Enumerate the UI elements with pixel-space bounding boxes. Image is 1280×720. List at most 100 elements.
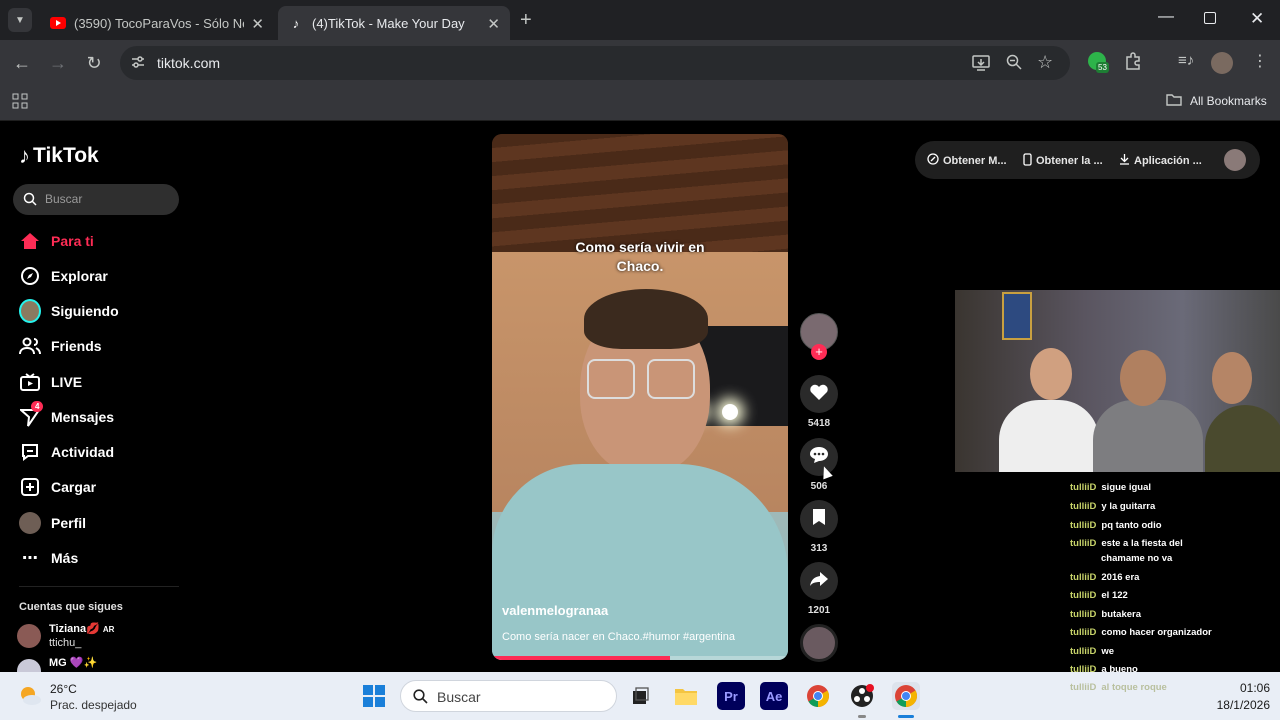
music-disc-avatar[interactable] bbox=[800, 624, 838, 662]
menu-kebab-icon[interactable]: ⋮ bbox=[1252, 51, 1268, 71]
chat-text: 2016 era bbox=[1101, 572, 1140, 583]
chat-message: tulliiD como hacer organizador bbox=[1070, 627, 1212, 638]
webcam-poster bbox=[1002, 292, 1032, 340]
obs-icon[interactable] bbox=[848, 682, 876, 710]
tab-search-button[interactable]: ▼ bbox=[8, 8, 32, 32]
tiktok-logo[interactable]: ♪ TikTok bbox=[19, 143, 99, 169]
apps-grid-icon[interactable] bbox=[12, 93, 28, 114]
nav-label: Actividad bbox=[51, 444, 115, 460]
chat-user: tulliiD bbox=[1070, 646, 1097, 657]
nav-mas[interactable]: ⋯ Más bbox=[19, 546, 78, 570]
nav-live[interactable]: LIVE bbox=[19, 370, 82, 394]
following-account[interactable]: MG 💜✨ bbox=[17, 656, 187, 672]
save-count: 313 bbox=[810, 543, 828, 554]
install-app-icon[interactable] bbox=[972, 54, 990, 77]
chrome-icon[interactable] bbox=[804, 682, 832, 710]
follow-plus-button[interactable]: + bbox=[811, 344, 827, 360]
nav-cargar[interactable]: Cargar bbox=[19, 475, 96, 499]
media-control-icon[interactable]: ≡♪ bbox=[1178, 52, 1194, 69]
sun-cloud-icon bbox=[18, 684, 42, 708]
address-bar[interactable]: tiktok.com ☆ bbox=[120, 46, 1070, 80]
tab-tiktok[interactable]: ♪ (4)TikTok - Make Your Day ✕ bbox=[278, 6, 510, 40]
nav-actividad[interactable]: Actividad bbox=[19, 440, 114, 464]
all-bookmarks-button[interactable]: All Bookmarks bbox=[1166, 93, 1267, 109]
chat-text: we bbox=[1101, 646, 1115, 657]
start-button[interactable] bbox=[360, 682, 388, 710]
tab-title: (4)TikTok - Make Your Day bbox=[312, 15, 465, 31]
video-player[interactable]: Como sería vivir en Chaco. valenmelogran… bbox=[492, 134, 788, 660]
after-effects-icon[interactable]: Ae bbox=[760, 682, 788, 710]
site-info-icon[interactable] bbox=[130, 54, 146, 70]
nav-explorar[interactable]: Explorar bbox=[19, 264, 108, 288]
browser-tab-bar: ▼ (3590) TocoParaVos - Sólo Nece ✕ ♪ (4)… bbox=[0, 0, 1280, 40]
nav-friends[interactable]: Friends bbox=[19, 334, 102, 358]
chat-user: tulliiD bbox=[1070, 627, 1097, 638]
nav-para-ti[interactable]: Para ti bbox=[19, 229, 94, 253]
forward-button[interactable]: → bbox=[47, 52, 69, 74]
video-progress-track[interactable] bbox=[492, 656, 788, 660]
caption-line: Como sería vivir en bbox=[575, 239, 705, 255]
following-account[interactable]: Tiziana💋 AR ttichu_ bbox=[17, 622, 187, 652]
account-handle: ttichu_ bbox=[49, 637, 82, 649]
chrome-active-icon[interactable] bbox=[892, 682, 920, 710]
extension-icon[interactable]: 53 bbox=[1088, 52, 1110, 74]
top-right-actions: Obtener M... Obtener la ... Aplicación .… bbox=[915, 141, 1260, 179]
clock[interactable]: 01:06 18/1/2026 bbox=[1190, 680, 1270, 714]
video-author[interactable]: valenmelogranaa bbox=[502, 603, 608, 618]
new-tab-button[interactable]: + bbox=[520, 9, 532, 32]
task-view-icon[interactable] bbox=[626, 682, 654, 710]
back-button[interactable]: ← bbox=[11, 52, 33, 74]
account-name: MG 💜✨ bbox=[49, 656, 97, 669]
chat-text: chamame no va bbox=[1101, 553, 1173, 564]
download-icon bbox=[1119, 153, 1130, 168]
chat-text: como hacer organizador bbox=[1101, 627, 1212, 638]
get-coins-button[interactable]: Obtener M... bbox=[927, 153, 1007, 168]
profile-avatar[interactable] bbox=[1211, 52, 1233, 74]
chat-text: al toque roque bbox=[1101, 682, 1167, 693]
zoom-icon[interactable] bbox=[1006, 54, 1022, 75]
share-button[interactable] bbox=[800, 562, 838, 600]
clock-date: 18/1/2026 bbox=[1216, 698, 1270, 712]
taskbar-search[interactable]: Buscar bbox=[400, 680, 617, 712]
search-input[interactable]: Buscar bbox=[13, 184, 179, 215]
reload-button[interactable]: ↻ bbox=[83, 52, 105, 74]
logo-text: TikTok bbox=[33, 144, 99, 167]
close-icon[interactable]: ✕ bbox=[487, 15, 500, 33]
following-section-title: Cuentas que sigues bbox=[19, 601, 123, 613]
chat-user: tulliiD bbox=[1070, 682, 1097, 693]
chat-text: este a la fiesta del bbox=[1101, 538, 1183, 549]
home-icon bbox=[19, 230, 41, 252]
account-name: Tiziana💋 AR bbox=[49, 622, 114, 635]
premiere-pro-icon[interactable]: Pr bbox=[717, 682, 745, 710]
close-icon[interactable]: ✕ bbox=[251, 15, 264, 33]
comment-button[interactable] bbox=[800, 438, 838, 476]
bookmark-star-icon[interactable]: ☆ bbox=[1037, 52, 1053, 73]
user-avatar[interactable] bbox=[1224, 149, 1246, 171]
share-arrow-icon bbox=[809, 571, 829, 592]
desktop-app-button[interactable]: Aplicación ... bbox=[1119, 153, 1202, 168]
following-avatar-icon bbox=[19, 299, 41, 323]
file-explorer-icon[interactable] bbox=[672, 682, 700, 710]
nav-perfil[interactable]: Perfil bbox=[19, 511, 86, 535]
close-window-button[interactable]: ✕ bbox=[1250, 9, 1264, 29]
webcam-person-head bbox=[1030, 348, 1072, 400]
like-button[interactable] bbox=[800, 375, 838, 413]
clock-time: 01:06 bbox=[1239, 681, 1270, 695]
restore-button[interactable] bbox=[1204, 12, 1216, 24]
extensions-puzzle-icon[interactable] bbox=[1124, 52, 1142, 75]
webcam-person bbox=[999, 400, 1099, 472]
nav-siguiendo[interactable]: Siguiendo bbox=[19, 299, 119, 323]
account-emoji: 💜✨ bbox=[69, 657, 98, 669]
minimize-button[interactable]: — bbox=[1158, 8, 1174, 26]
nav-label: Cargar bbox=[51, 479, 97, 495]
nav-label: Explorar bbox=[51, 268, 108, 284]
tab-youtube[interactable]: (3590) TocoParaVos - Sólo Nece ✕ bbox=[40, 6, 274, 40]
compass-icon bbox=[19, 265, 41, 287]
tab-title: (3590) TocoParaVos - Sólo Nece bbox=[74, 15, 244, 31]
chat-message: tulliiD butakera bbox=[1070, 609, 1141, 620]
get-app-button[interactable]: Obtener la ... bbox=[1023, 153, 1103, 169]
weather-widget[interactable]: 26°C Prac. despejado bbox=[18, 680, 158, 714]
save-button[interactable] bbox=[800, 500, 838, 538]
chat-message: tulliiD sigue igual bbox=[1070, 482, 1151, 493]
nav-mensajes[interactable]: 4 Mensajes bbox=[19, 401, 114, 429]
